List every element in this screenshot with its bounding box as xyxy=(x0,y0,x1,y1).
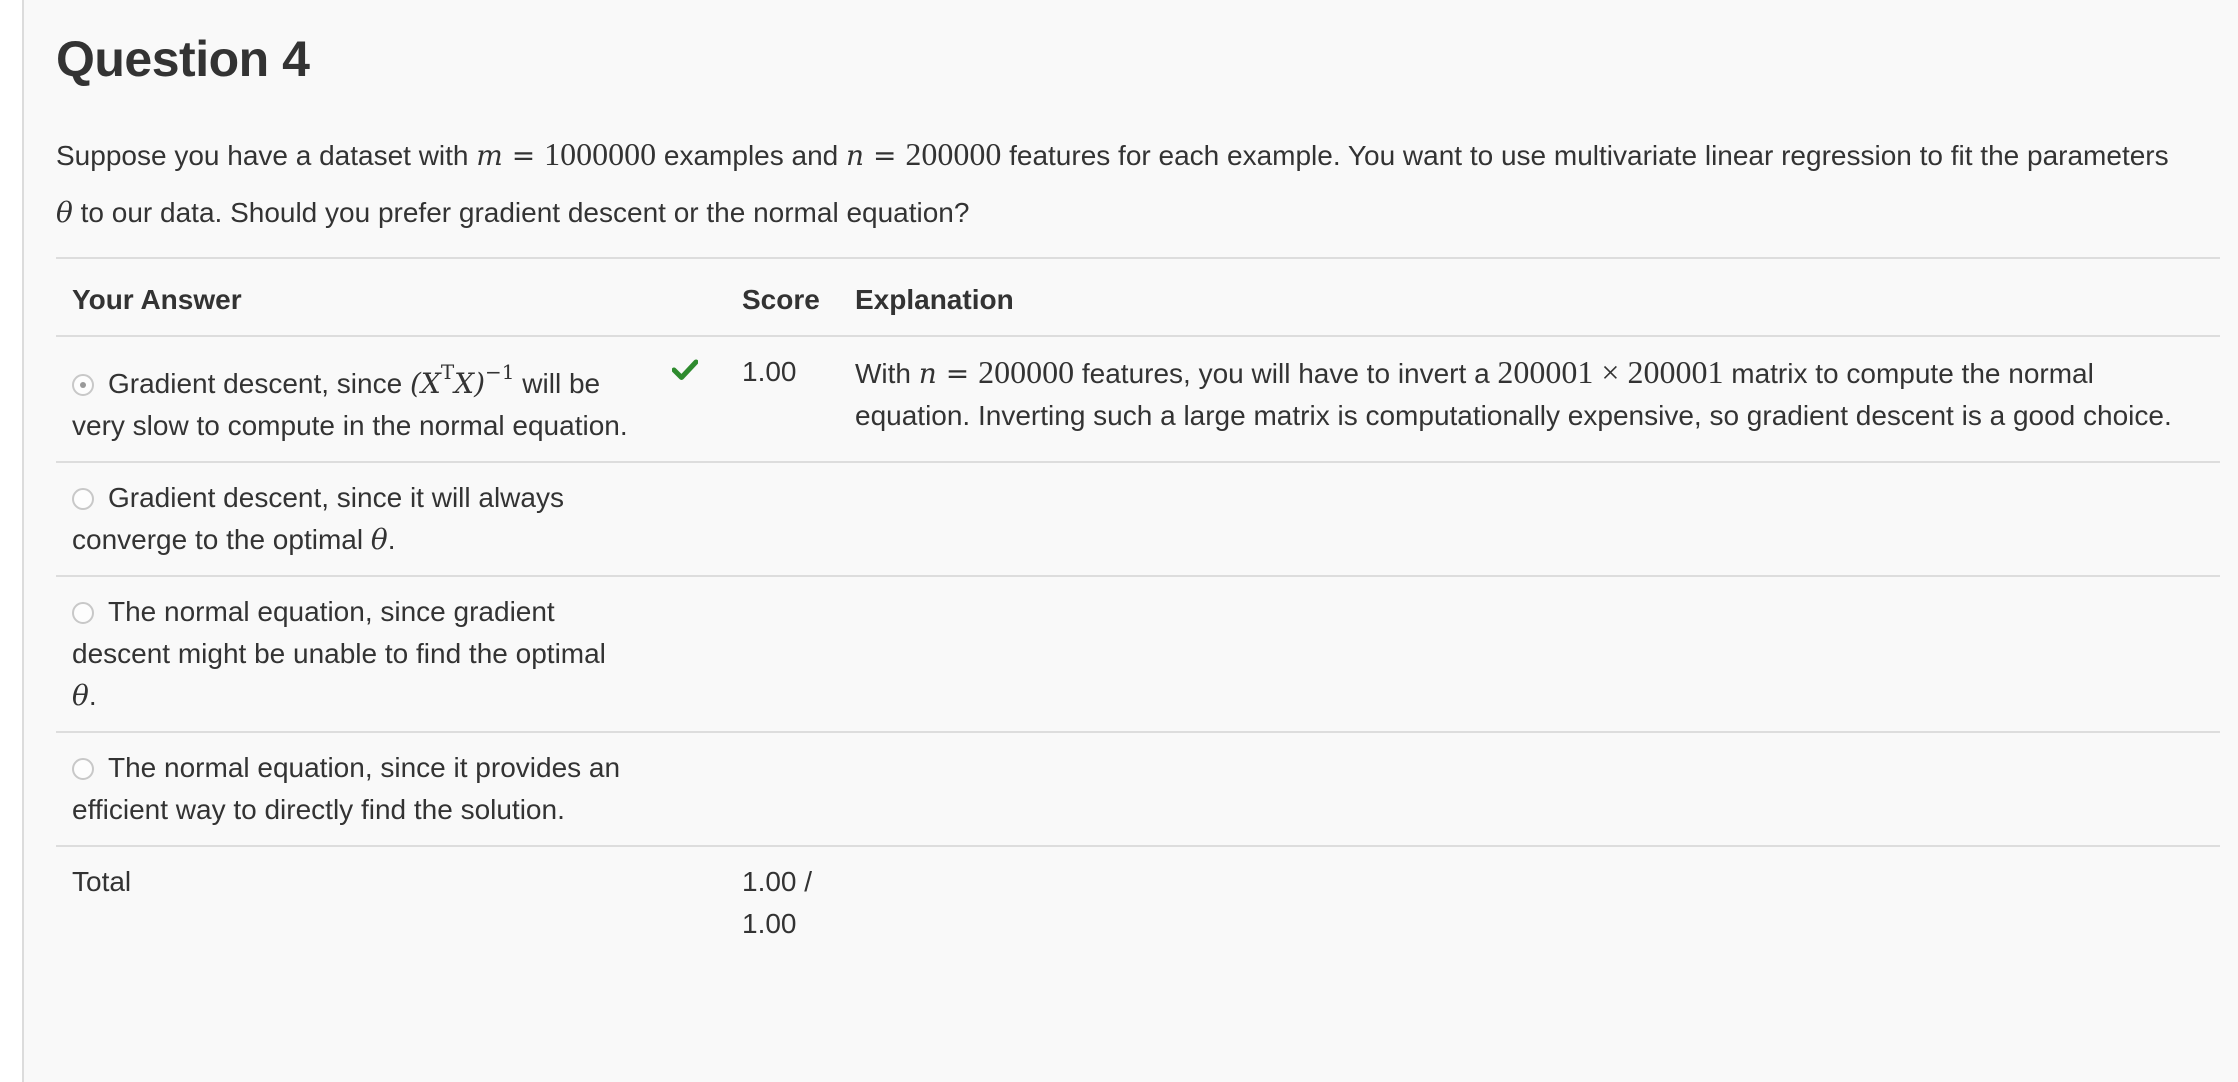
total-score: 1.00 / 1.00 xyxy=(742,845,853,959)
radio-option-3[interactable] xyxy=(72,602,94,624)
matrix-expression: (XTX)−1 xyxy=(409,360,515,400)
header-score: Score xyxy=(742,257,853,336)
total-label: Total xyxy=(56,845,632,959)
question-panel: Question 4 Suppose you have a dataset wi… xyxy=(22,0,2238,1082)
option-explanation: With n = 200000 features, you will have … xyxy=(853,335,2220,462)
header-your-answer: Your Answer xyxy=(56,257,632,336)
answer-option-2: Gradient descent, since it will always c… xyxy=(56,461,632,576)
table-row: The normal equation, since it provides a… xyxy=(56,731,2220,846)
table-header-row: Your Answer Score Explanation xyxy=(56,257,2220,336)
radio-option-4[interactable] xyxy=(72,758,94,780)
radio-option-1[interactable] xyxy=(72,374,94,396)
table-row: The normal equation, since gradient desc… xyxy=(56,575,2220,732)
answer-option-4: The normal equation, since it provides a… xyxy=(56,731,632,846)
table-row: Gradient descent, since it will always c… xyxy=(56,461,2220,576)
answer-option-3: The normal equation, since gradient desc… xyxy=(56,575,632,732)
answer-option-1: Gradient descent, since (XTX)−1 will be … xyxy=(56,335,632,462)
total-row: Total 1.00 / 1.00 xyxy=(56,845,2220,959)
question-text: Suppose you have a dataset with m = 1000… xyxy=(56,136,2169,229)
radio-option-2[interactable] xyxy=(72,488,94,510)
answer-table: Your Answer Score Explanation Gradient d… xyxy=(56,257,2220,959)
header-explanation: Explanation xyxy=(853,257,2220,336)
table-row: Gradient descent, since (XTX)−1 will be … xyxy=(56,335,2220,462)
option-score: 1.00 xyxy=(742,335,853,462)
question-title: Question 4 xyxy=(56,31,310,87)
check-icon xyxy=(672,359,742,381)
